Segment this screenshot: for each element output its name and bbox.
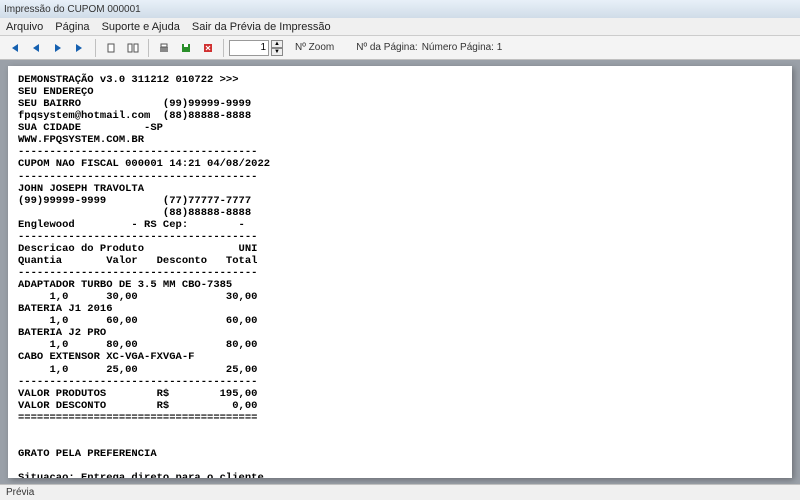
line: Situacao: Entrega direto para o cliente — [18, 472, 264, 478]
line: -------------------------------------- — [18, 146, 257, 158]
line: 1,0 80,00 80,00 — [18, 339, 257, 351]
line: GRATO PELA PREFERENCIA — [18, 448, 157, 460]
print-preview-window: Impressão do CUPOM 000001 Arquivo Página… — [0, 0, 800, 500]
menu-suporte[interactable]: Suporte e Ajuda — [102, 21, 180, 33]
line: DEMONSTRAÇÃO v3.0 311212 010722 >>> — [18, 74, 239, 86]
menu-sair[interactable]: Sair da Prévia de Impressão — [192, 21, 331, 33]
line: Descricao do Produto UNI — [18, 243, 257, 255]
line: CUPOM NAO FISCAL 000001 14:21 04/08/2022 — [18, 158, 270, 170]
line: VALOR DESCONTO R$ 0,00 — [18, 400, 257, 412]
first-page-button[interactable] — [4, 38, 24, 58]
line: SEU BAIRRO (99)99999-9999 — [18, 98, 251, 110]
line: SEU ENDEREÇO — [18, 86, 94, 98]
line: fpqsystem@hotmail.com (88)88888-8888 — [18, 110, 251, 122]
titlebar: Impressão do CUPOM 000001 — [0, 0, 800, 18]
window-title: Impressão do CUPOM 000001 — [4, 4, 141, 15]
print-button[interactable] — [154, 38, 174, 58]
menubar: Arquivo Página Suporte e Ajuda Sair da P… — [0, 18, 800, 36]
page-paper: DEMONSTRAÇÃO v3.0 311212 010722 >>> SEU … — [8, 66, 792, 478]
separator — [95, 39, 96, 57]
separator — [223, 39, 224, 57]
line: CABO EXTENSOR XC-VGA-FXVGA-F — [18, 351, 194, 363]
line: Englewood - RS Cep: - — [18, 219, 245, 231]
line: -------------------------------------- — [18, 171, 257, 183]
page-label: Nº da Página: — [356, 42, 417, 53]
statusbar: Prévia — [0, 484, 800, 500]
line: 1,0 25,00 25,00 — [18, 364, 257, 376]
single-page-button[interactable] — [101, 38, 121, 58]
zoom-up-button[interactable]: ▲ — [271, 40, 283, 48]
zoom-spinner: ▲ ▼ — [271, 40, 283, 56]
line: JOHN JOSEPH TRAVOLTA — [18, 183, 144, 195]
line: -------------------------------------- — [18, 376, 257, 388]
line: Quantia Valor Desconto Total — [18, 255, 257, 267]
line: WWW.FPQSYSTEM.COM.BR — [18, 134, 144, 146]
zoom-label: Nº Zoom — [295, 42, 334, 53]
menu-arquivo[interactable]: Arquivo — [6, 21, 43, 33]
zoom-input[interactable]: 1 — [229, 40, 269, 56]
next-page-button[interactable] — [48, 38, 68, 58]
line: 1,0 30,00 30,00 — [18, 291, 257, 303]
status-text: Prévia — [6, 487, 34, 498]
line: -------------------------------------- — [18, 267, 257, 279]
line: VALOR PRODUTOS R$ 195,00 — [18, 388, 257, 400]
zoom-value: 1 — [260, 42, 266, 53]
multi-page-button[interactable] — [123, 38, 143, 58]
prev-page-button[interactable] — [26, 38, 46, 58]
receipt-content: DEMONSTRAÇÃO v3.0 311212 010722 >>> SEU … — [18, 74, 782, 478]
line: (99)99999-9999 (77)77777-7777 — [18, 195, 251, 207]
line: BATERIA J2 PRO — [18, 327, 106, 339]
toolbar: 1 ▲ ▼ Nº Zoom Nº da Página: Número Págin… — [0, 36, 800, 60]
zoom-down-button[interactable]: ▼ — [271, 48, 283, 56]
line: BATERIA J1 2016 — [18, 303, 113, 315]
line: SUA CIDADE -SP — [18, 122, 163, 134]
line: ADAPTADOR TURBO DE 3.5 MM CBO-7385 — [18, 279, 232, 291]
save-button[interactable] — [176, 38, 196, 58]
separator — [148, 39, 149, 57]
line: (88)88888-8888 — [18, 207, 251, 219]
page-value: Número Página: 1 — [422, 42, 503, 53]
close-button[interactable] — [198, 38, 218, 58]
line: -------------------------------------- — [18, 231, 257, 243]
line: ====================================== — [18, 412, 257, 424]
last-page-button[interactable] — [70, 38, 90, 58]
line: 1,0 60,00 60,00 — [18, 315, 257, 327]
preview-area: DEMONSTRAÇÃO v3.0 311212 010722 >>> SEU … — [0, 60, 800, 484]
menu-pagina[interactable]: Página — [55, 21, 89, 33]
